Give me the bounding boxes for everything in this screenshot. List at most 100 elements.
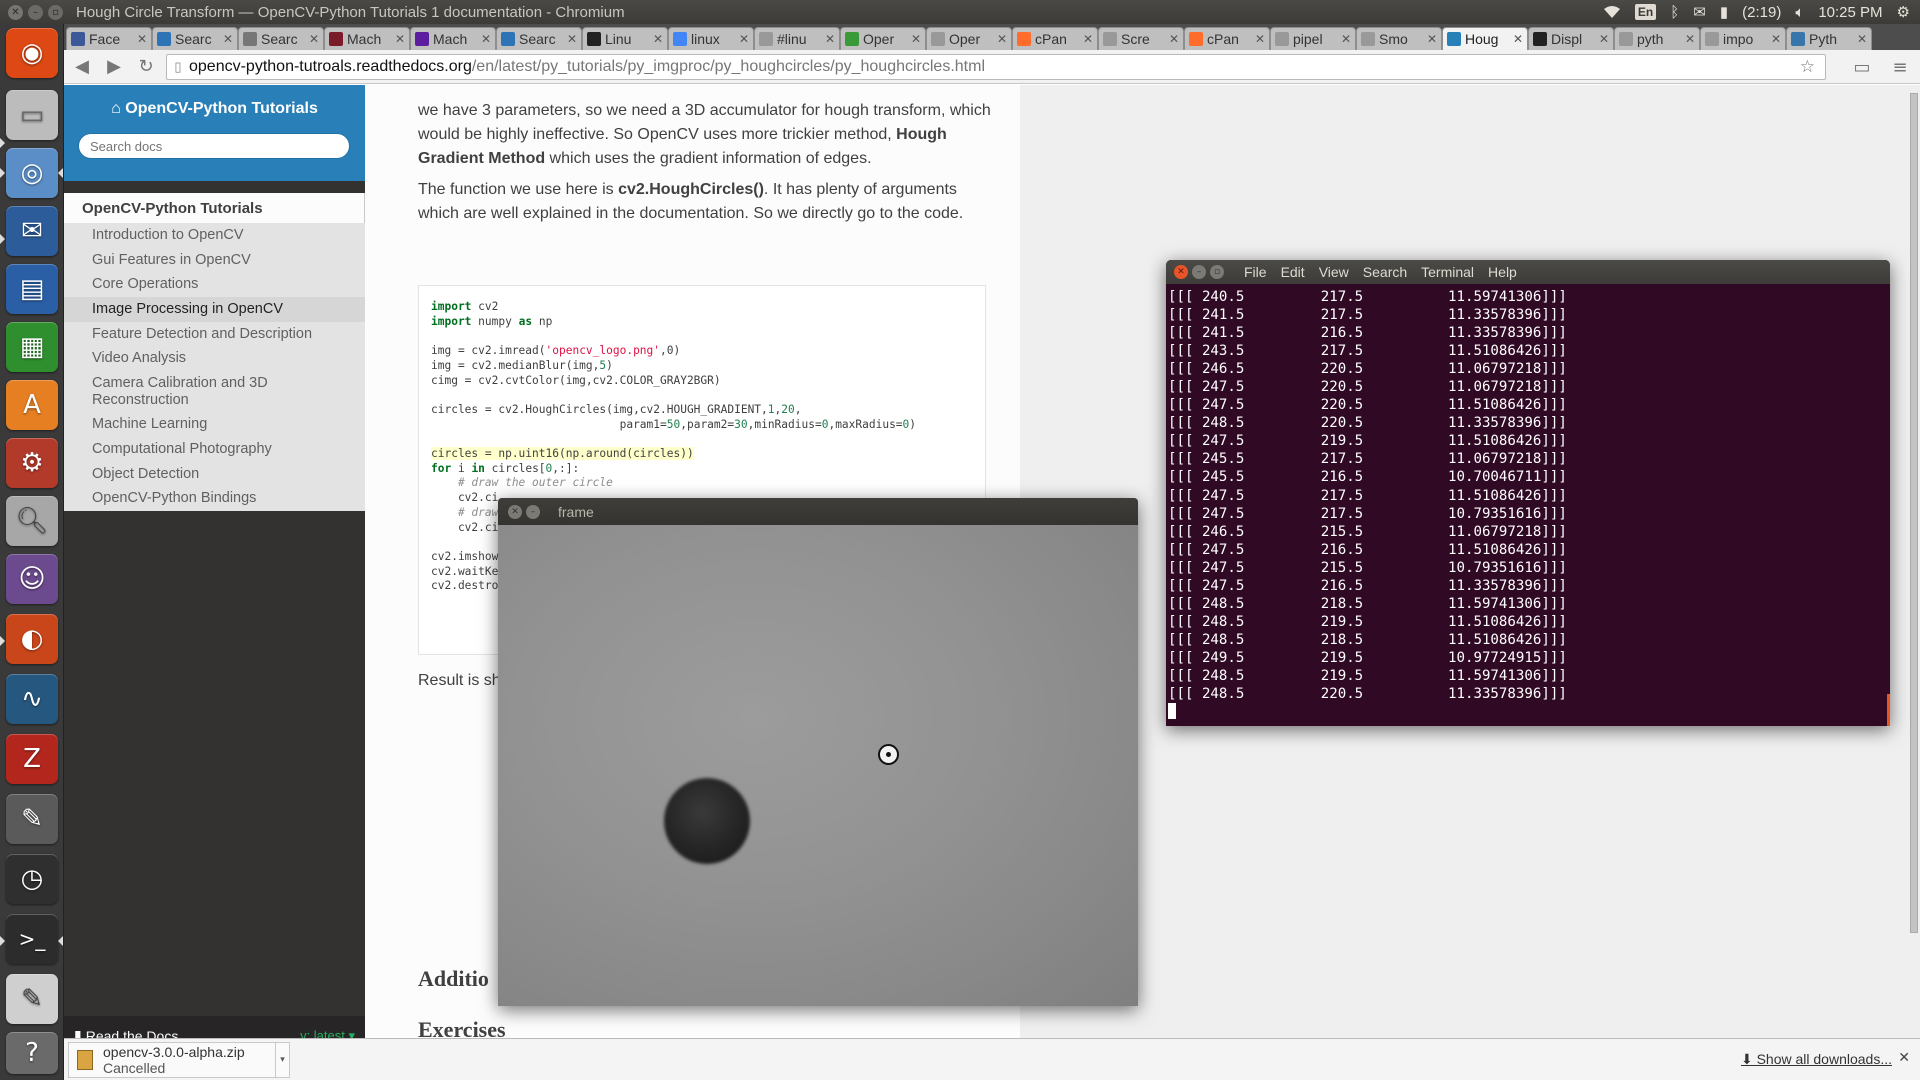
text-editor-icon[interactable]: ✎ — [6, 974, 58, 1024]
terminal-menu-file[interactable]: File — [1244, 264, 1267, 280]
system-settings-icon[interactable]: ⚙ — [6, 438, 58, 488]
home-link[interactable]: ⌂ OpenCV-Python Tutorials — [64, 100, 365, 118]
screenshot-icon[interactable]: ✎ — [6, 794, 58, 844]
page-scrollbar[interactable] — [1908, 85, 1920, 1055]
tab-close-icon[interactable]: ✕ — [997, 32, 1007, 46]
tab-close-icon[interactable]: ✕ — [1599, 32, 1609, 46]
terminal-output[interactable]: [[[ 240.5 217.5 11.59741306]]] [[[ 241.5 … — [1166, 284, 1890, 721]
scrollbar-thumb[interactable] — [1910, 93, 1918, 933]
download-menu-arrow-icon[interactable]: ▾ — [276, 1042, 290, 1078]
firefox-icon[interactable]: ◐ — [6, 614, 58, 664]
close-icon[interactable]: ✕ — [1174, 265, 1188, 279]
search-docs-input[interactable] — [78, 133, 350, 159]
sidebar-item-8[interactable]: Computational Photography — [64, 437, 365, 462]
forward-icon[interactable]: ▶ — [100, 53, 128, 81]
tab-10[interactable]: Oper ✕ — [926, 27, 1012, 50]
address-bar[interactable]: ▯ opencv-python-tutroals.readthedocs.org… — [166, 54, 1826, 80]
tab-close-icon[interactable]: ✕ — [1255, 32, 1265, 46]
tab-close-icon[interactable]: ✕ — [137, 32, 147, 46]
tab-close-icon[interactable]: ✕ — [1857, 32, 1867, 46]
libreoffice-calc-icon[interactable]: ▦ — [6, 322, 58, 372]
tab-close-icon[interactable]: ✕ — [1427, 32, 1437, 46]
terminal-menu-edit[interactable]: Edit — [1281, 264, 1305, 280]
tab-11[interactable]: cPan ✕ — [1012, 27, 1098, 50]
clock[interactable]: 10:25 PM — [1818, 4, 1882, 21]
close-icon[interactable]: ✕ — [8, 4, 23, 20]
tab-close-icon[interactable]: ✕ — [1169, 32, 1179, 46]
terminal-titlebar[interactable]: ✕ – ▫ File Edit View Search Terminal Help — [1166, 260, 1890, 284]
tab-0[interactable]: Face ✕ — [66, 27, 152, 50]
tab-16[interactable]: Houg ✕ — [1442, 27, 1528, 50]
volume-icon[interactable]: 🔈︎ — [1795, 4, 1804, 21]
show-all-downloads-link[interactable]: ⬇ Show all downloads... — [1741, 1051, 1892, 1068]
keyboard-layout-indicator[interactable]: En — [1634, 4, 1657, 20]
frame-window[interactable]: ✕ – frame — [498, 498, 1138, 1006]
power-gear-icon[interactable]: ⚙ — [1897, 3, 1910, 21]
tab-6[interactable]: Linu ✕ — [582, 27, 668, 50]
close-icon[interactable]: ✕ — [508, 504, 522, 519]
tab-close-icon[interactable]: ✕ — [825, 32, 835, 46]
terminal-menu-view[interactable]: View — [1319, 264, 1349, 280]
chromium-icon[interactable]: ◎ — [6, 148, 58, 198]
tab-4[interactable]: Mach ✕ — [410, 27, 496, 50]
sidebar-caption[interactable]: OpenCV-Python Tutorials — [64, 193, 365, 223]
back-icon[interactable]: ◀ — [68, 53, 96, 81]
tab-close-icon[interactable]: ✕ — [1083, 32, 1093, 46]
wifi-icon[interactable] — [1603, 5, 1621, 19]
maximize-icon[interactable]: ▫ — [48, 4, 63, 20]
terminal-icon[interactable]: >_ — [6, 914, 58, 964]
tab-close-icon[interactable]: ✕ — [223, 32, 233, 46]
sidebar-item-10[interactable]: OpenCV-Python Bindings — [64, 486, 365, 511]
tab-17[interactable]: Displ ✕ — [1528, 27, 1614, 50]
pidgin-icon[interactable]: ☺ — [6, 554, 58, 604]
tab-close-icon[interactable]: ✕ — [739, 32, 749, 46]
tab-8[interactable]: #linu ✕ — [754, 27, 840, 50]
clock-icon[interactable]: ◷ — [6, 854, 58, 904]
tab-19[interactable]: impo ✕ — [1700, 27, 1786, 50]
tab-close-icon[interactable]: ✕ — [1771, 32, 1781, 46]
tab-15[interactable]: Smo ✕ — [1356, 27, 1442, 50]
tab-close-icon[interactable]: ✕ — [1685, 32, 1695, 46]
bookmark-star-icon[interactable]: ☆ — [1800, 57, 1815, 77]
libreoffice-writer-icon[interactable]: ▤ — [6, 264, 58, 314]
sidebar-item-3[interactable]: Image Processing in OpenCV — [64, 297, 365, 322]
terminal-menu-help[interactable]: Help — [1488, 264, 1517, 280]
tab-close-icon[interactable]: ✕ — [481, 32, 491, 46]
tab-close-icon[interactable]: ✕ — [567, 32, 577, 46]
tab-7[interactable]: linux ✕ — [668, 27, 754, 50]
sidebar-item-5[interactable]: Video Analysis — [64, 346, 365, 371]
sidebar-item-2[interactable]: Core Operations — [64, 272, 365, 297]
tab-3[interactable]: Mach ✕ — [324, 27, 410, 50]
tab-close-icon[interactable]: ✕ — [911, 32, 921, 46]
system-monitor-icon[interactable]: ∿ — [6, 674, 58, 724]
filezilla-icon[interactable]: Z — [6, 734, 58, 784]
sidebar-item-4[interactable]: Feature Detection and Description — [64, 322, 365, 347]
close-download-shelf-icon[interactable]: ✕ — [1898, 1050, 1910, 1066]
sidebar-item-9[interactable]: Object Detection — [64, 462, 365, 487]
terminal-menu-terminal[interactable]: Terminal — [1421, 264, 1474, 280]
bluetooth-icon[interactable]: ᛒ — [1670, 4, 1679, 21]
frame-titlebar[interactable]: ✕ – frame — [498, 498, 1138, 525]
battery-icon[interactable]: ▮ — [1720, 3, 1728, 21]
tab-close-icon[interactable]: ✕ — [1513, 32, 1523, 46]
system-tool-icon[interactable]: 🔍︎ — [6, 496, 58, 546]
tab-1[interactable]: Searc ✕ — [152, 27, 238, 50]
reload-icon[interactable]: ↻ — [132, 53, 160, 81]
maximize-icon[interactable]: ▫ — [1210, 265, 1224, 279]
minimize-icon[interactable]: – — [526, 504, 540, 519]
files-icon[interactable]: ▭ — [6, 90, 58, 140]
software-center-icon[interactable]: A — [6, 380, 58, 430]
terminal-menu-search[interactable]: Search — [1363, 264, 1407, 280]
sidebar-item-1[interactable]: Gui Features in OpenCV — [64, 248, 365, 273]
tab-20[interactable]: Pyth ✕ — [1786, 27, 1872, 50]
tab-close-icon[interactable]: ✕ — [653, 32, 663, 46]
ubuntu-dash-icon[interactable]: ◉ — [6, 28, 58, 78]
battery-time[interactable]: (2:19) — [1742, 4, 1781, 21]
thunderbird-icon[interactable]: ✉ — [6, 206, 58, 256]
cast-icon[interactable]: ▭ — [1848, 53, 1876, 81]
tab-18[interactable]: pyth ✕ — [1614, 27, 1700, 50]
sidebar-item-0[interactable]: Introduction to OpenCV — [64, 223, 365, 248]
tab-close-icon[interactable]: ✕ — [309, 32, 319, 46]
sidebar-item-7[interactable]: Machine Learning — [64, 412, 365, 437]
minimize-icon[interactable]: – — [28, 4, 43, 20]
